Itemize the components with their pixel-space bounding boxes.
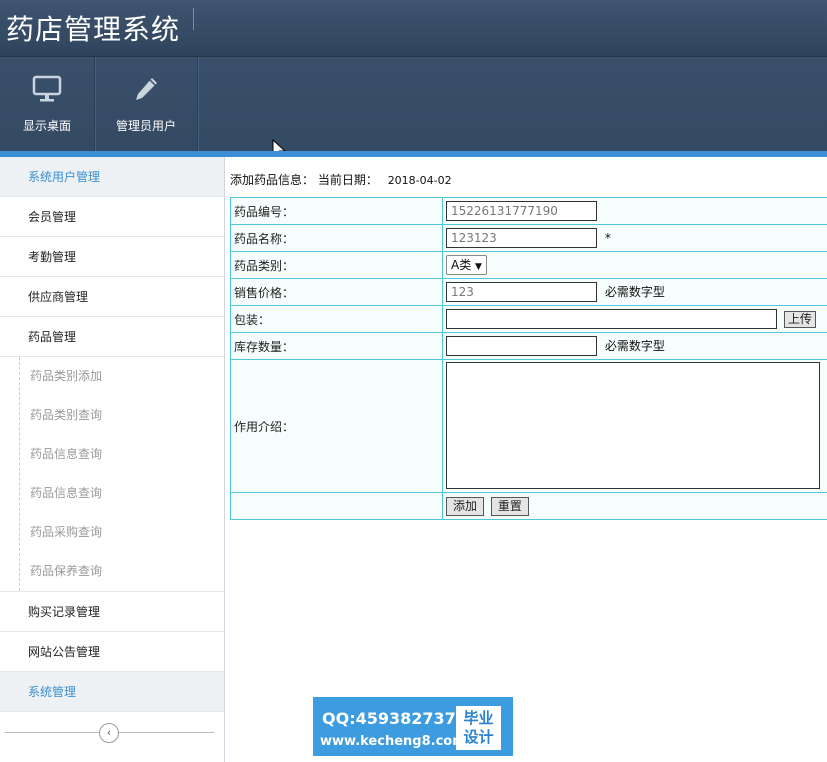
form-row: 药品类别： A类 ▼ <box>230 251 827 279</box>
name-input[interactable] <box>446 228 597 248</box>
sidebar-item-system-users[interactable]: 系统用户管理 <box>0 157 224 197</box>
watermark-site: www.kecheng8.com <box>320 734 466 749</box>
title-divider <box>193 8 194 30</box>
current-date: 2018-04-02 <box>387 174 452 187</box>
pencil-icon <box>132 75 160 106</box>
stock-input[interactable] <box>446 336 597 356</box>
watermark-badge-line2: 设计 <box>463 728 494 746</box>
form-row: 包装： 上传 <box>230 305 827 333</box>
description-textarea[interactable] <box>446 362 820 489</box>
app-title: 药店管理系统 <box>6 13 181 46</box>
stock-hint: 必需数字型 <box>604 338 665 353</box>
main-content: 添加药品信息： 当前日期： 2018-04-02 药品编号： 药品名称： * 药… <box>226 157 827 762</box>
sidebar-item-announcements[interactable]: 网站公告管理 <box>0 632 224 672</box>
toolbar: 显示桌面 管理员用户 <box>0 57 827 160</box>
form-row: 库存数量： 必需数字型 <box>230 332 827 360</box>
package-cell: 上传 <box>442 305 827 333</box>
price-input[interactable] <box>446 282 597 302</box>
submenu-item-category-add[interactable]: 药品类别添加 <box>0 357 224 396</box>
actions-cell: 添加 重置 <box>442 492 827 520</box>
form-row: 添加 重置 <box>230 492 827 520</box>
submenu-item-category-query[interactable]: 药品类别查询 <box>0 396 224 435</box>
watermark-badge-line1: 毕业 <box>463 709 494 727</box>
price-label: 销售价格： <box>230 278 443 306</box>
form-row: 作用介绍： <box>230 359 827 493</box>
stock-cell: 必需数字型 <box>442 332 827 360</box>
sidebar-item-members[interactable]: 会员管理 <box>0 197 224 237</box>
code-cell <box>442 197 827 225</box>
sidebar-item-system[interactable]: 系统管理 <box>0 672 224 712</box>
upload-button[interactable]: 上传 <box>783 310 816 328</box>
submenu-item-info-query[interactable]: 药品信息查询 <box>0 435 224 474</box>
show-desktop-button[interactable]: 显示桌面 <box>0 57 95 151</box>
sidebar-item-suppliers[interactable]: 供应商管理 <box>0 277 224 317</box>
medicine-submenu: 药品类别添加 药品类别查询 药品信息查询 药品信息查询 药品采购查询 药品保养查… <box>0 357 224 592</box>
page-heading: 添加药品信息： 当前日期： 2018-04-02 <box>230 171 452 188</box>
form-row: 销售价格： 必需数字型 <box>230 278 827 306</box>
sidebar-item-medicine[interactable]: 药品管理 <box>0 317 224 357</box>
description-label: 作用介绍： <box>230 359 443 493</box>
package-label: 包装： <box>230 305 443 333</box>
monitor-icon <box>32 75 62 106</box>
name-label: 药品名称： <box>230 224 443 252</box>
admin-user-button[interactable]: 管理员用户 <box>95 57 198 151</box>
submenu-item-info-query-2[interactable]: 药品信息查询 <box>0 474 224 513</box>
actions-label-cell <box>230 492 443 520</box>
sidebar-item-attendance[interactable]: 考勤管理 <box>0 237 224 277</box>
package-input[interactable] <box>446 309 777 329</box>
code-label: 药品编号： <box>230 197 443 225</box>
category-label: 药品类别： <box>230 251 443 279</box>
category-select[interactable]: A类 ▼ <box>446 255 487 275</box>
add-button[interactable]: 添加 <box>446 496 485 516</box>
category-selected: A类 <box>451 258 472 272</box>
header-bar: 药店管理系统 <box>0 0 827 57</box>
sidebar-collapse-row: ‹ <box>0 712 224 752</box>
date-label: 当前日期： <box>317 173 378 187</box>
submenu-item-maintenance-query[interactable]: 药品保养查询 <box>0 552 224 591</box>
medicine-form: 药品编号： 药品名称： * 药品类别： A类 ▼ 销售价格： <box>230 197 827 520</box>
name-cell: * <box>442 224 827 252</box>
chevron-down-icon: ▼ <box>475 262 482 272</box>
watermark-banner: QQ:459382737 www.kecheng8.com 毕业 设计 <box>313 697 513 756</box>
stock-label: 库存数量： <box>230 332 443 360</box>
form-row: 药品名称： * <box>230 224 827 252</box>
page-title: 添加药品信息： <box>230 173 315 187</box>
category-cell: A类 ▼ <box>442 251 827 279</box>
price-hint: 必需数字型 <box>604 284 665 299</box>
price-cell: 必需数字型 <box>442 278 827 306</box>
description-cell <box>442 359 827 493</box>
chevron-left-icon[interactable]: ‹ <box>99 723 119 743</box>
admin-user-label: 管理员用户 <box>115 119 176 133</box>
form-row: 药品编号： <box>230 197 827 225</box>
sidebar: 系统用户管理 会员管理 考勤管理 供应商管理 药品管理 药品类别添加 药品类别查… <box>0 157 225 762</box>
required-mark: * <box>604 230 611 245</box>
sidebar-item-purchase-records[interactable]: 购买记录管理 <box>0 592 224 632</box>
submenu-item-purchase-query[interactable]: 药品采购查询 <box>0 513 224 552</box>
reset-button[interactable]: 重置 <box>490 496 529 516</box>
watermark-badge: 毕业 设计 <box>456 706 501 750</box>
show-desktop-label: 显示桌面 <box>22 119 71 133</box>
code-input[interactable] <box>446 201 597 221</box>
watermark-qq: QQ:459382737 <box>322 709 456 728</box>
